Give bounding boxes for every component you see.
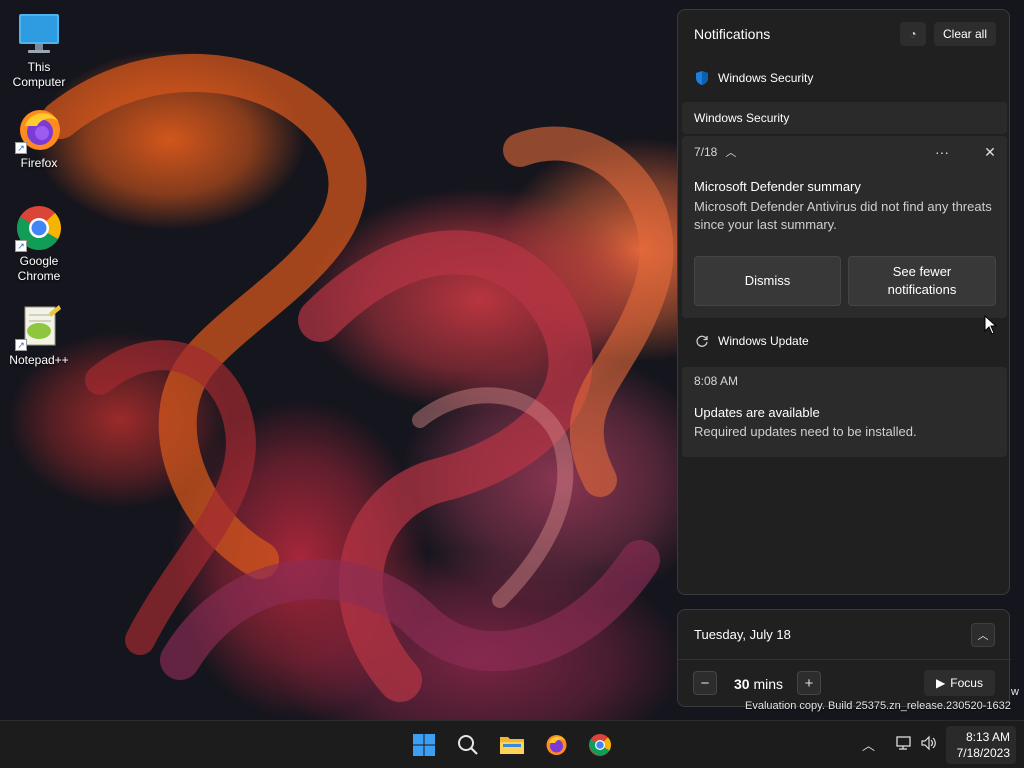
search-button[interactable] [452,729,484,761]
shortcut-arrow-icon: ↗ [15,240,27,252]
clock-time: 8:13 AM [965,730,1010,744]
start-icon [413,734,435,756]
monitor-icon [15,10,63,58]
desktop-icon-chrome[interactable]: ↗ Google Chrome [3,204,75,284]
notification-header: Notifications ◔ Clear all [678,10,1009,58]
increase-focus-button[interactable]: + [797,671,821,695]
desktop-icon-label: This [27,60,51,74]
toast-title: Updates are available [694,405,820,420]
more-options-icon[interactable]: ··· [930,140,954,164]
calendar-date: Tuesday, July 18 [694,627,791,642]
firefox-icon: ↗ [15,106,63,154]
search-icon [458,735,478,755]
play-icon: ▶ [936,676,946,690]
toast-body: Required updates need to be installed. [694,424,917,439]
calendar-panel: Tuesday, July 18 ︿ − 30 mins + ▶ Focus [677,609,1011,707]
toast-defender-summary[interactable]: 7/18 ︿ ··· ✕ Microsoft Defender summary … [682,136,1007,318]
focus-duration: 30 mins [734,676,783,692]
app-name: Windows Update [718,334,809,348]
clear-all-button[interactable]: Clear all [934,22,996,46]
desktop-icon-label: Firefox [20,156,58,170]
notifications-title: Notifications [694,26,771,42]
close-icon[interactable]: ✕ [978,140,1002,164]
refresh-icon [694,333,710,349]
chevron-up-icon[interactable]: ︿ [725,144,736,160]
toast-time: 8:08 AM [694,374,739,388]
file-explorer-button[interactable] [496,729,528,761]
network-icon[interactable] [895,735,913,754]
dismiss-button[interactable]: Dismiss [694,256,841,306]
focus-minutes: 30 [734,676,750,692]
desktop-icon-label: Chrome [17,269,61,283]
toast-body: Microsoft Defender Antivirus did not fin… [694,199,992,232]
focus-assist-button[interactable]: ◔ [900,22,926,46]
toast-meta: 7/18 ︿ [694,144,736,160]
taskbar: ︿ 8:13 AM 7/18/2023 [0,720,1024,768]
evaluation-watermark: Evaluation copy. Build 25375.zn_release.… [745,700,1011,712]
desktop-icon-label: Google [19,254,59,268]
desktop-icon-label: Notepad++ [9,353,69,367]
focus-label: Focus [950,676,983,690]
desktop-icon-this-computer[interactable]: This Computer [3,10,75,90]
desktop-icon-notepadpp[interactable]: ↗ Notepad++ [3,303,75,368]
notification-center: Notifications ◔ Clear all Windows Securi… [677,9,1010,595]
toast-date: 7/18 [694,145,718,159]
decrease-focus-button[interactable]: − [693,671,717,695]
start-button[interactable] [408,729,440,761]
file-explorer-icon [500,737,524,754]
focus-assist-icon: ◔ [909,27,917,41]
chrome-icon [589,734,611,756]
mouse-cursor-icon [984,314,998,340]
divider [678,659,1011,660]
firefox-taskbar-button[interactable] [540,729,572,761]
app-name: Windows Security [718,71,814,85]
desktop-icon-firefox[interactable]: ↗ Firefox [3,106,75,171]
shield-icon [694,70,710,86]
chevron-up-icon[interactable]: ︿ [971,623,995,647]
show-hidden-icons-chevron-icon[interactable]: ︿ [862,735,875,754]
focus-unit: mins [753,676,784,692]
chrome-taskbar-button[interactable] [584,729,616,761]
clock-date: 7/18/2023 [956,746,1010,760]
app-row-windows-security: Windows Security [678,58,1009,98]
app-row-windows-update: Windows Update [678,321,1009,361]
watermark-fragment: w [1011,686,1019,698]
notification-group-header[interactable]: Windows Security [682,102,1007,134]
firefox-icon [546,735,567,755]
taskbar-clock[interactable]: 8:13 AM 7/18/2023 [946,726,1016,764]
toast-title: Microsoft Defender summary [694,179,861,194]
volume-icon[interactable] [920,735,938,754]
notepadpp-icon: ↗ [15,303,63,351]
desktop-icon-label: Computer [12,75,66,89]
see-fewer-notifications-button[interactable]: See fewer notifications [848,256,996,306]
start-focus-button[interactable]: ▶ Focus [924,670,995,696]
chrome-icon: ↗ [15,204,63,252]
toast-meta: 8:08 AM [694,374,738,388]
toast-updates-available[interactable]: 8:08 AM Updates are available Required u… [682,367,1007,457]
shortcut-arrow-icon: ↗ [15,339,27,351]
shortcut-arrow-icon: ↗ [15,142,27,154]
